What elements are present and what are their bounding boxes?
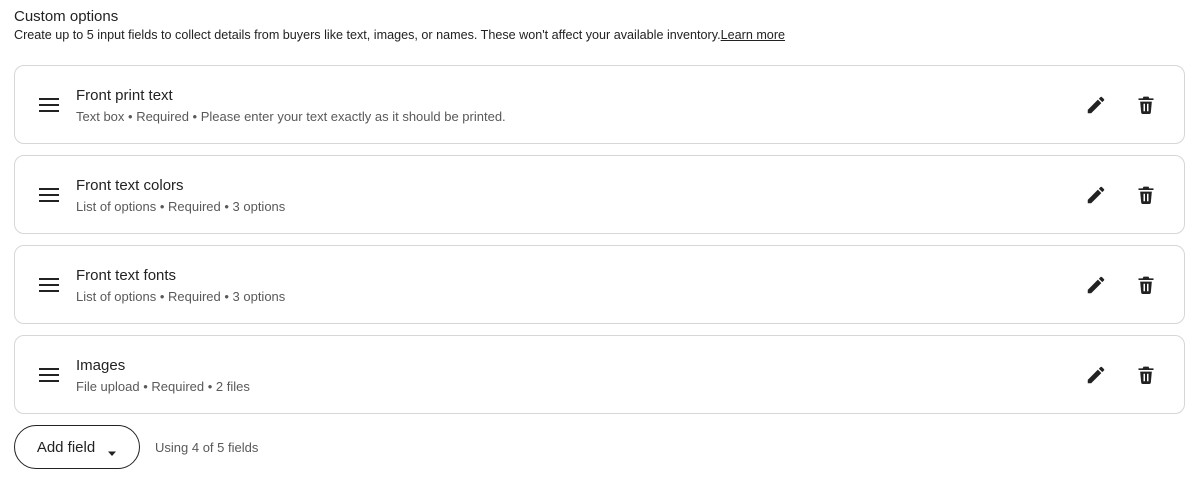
field-card: Images File upload • Required • 2 files [14,335,1185,414]
trash-icon [1138,96,1154,115]
field-name: Front text colors [76,177,184,194]
drag-handle-icon[interactable] [39,187,59,203]
trash-icon [1138,276,1154,295]
delete-field-button[interactable] [1134,273,1158,297]
section-description-text: Create up to 5 input fields to collect d… [14,28,721,42]
pencil-icon [1087,276,1105,294]
drag-handle-icon[interactable] [39,277,59,293]
delete-field-button[interactable] [1134,363,1158,387]
field-usage-count: Using 4 of 5 fields [155,439,259,455]
delete-field-button[interactable] [1134,183,1158,207]
field-meta: List of options • Required • 3 options [76,199,286,214]
field-name: Front text fonts [76,267,177,284]
pencil-icon [1087,96,1105,114]
edit-field-button[interactable] [1084,183,1108,207]
field-card: Front print text Text box • Required • P… [14,65,1185,144]
add-field-button[interactable]: Add field [14,425,140,469]
section-title: Custom options [14,8,119,25]
field-card: Front text colors List of options • Requ… [14,155,1185,234]
edit-field-button[interactable] [1084,273,1108,297]
field-meta: File upload • Required • 2 files [76,379,250,394]
learn-more-link[interactable]: Learn more [721,28,785,42]
field-footer: Add field Using 4 of 5 fields [14,425,258,469]
pencil-icon [1087,186,1105,204]
field-meta: List of options • Required • 3 options [76,289,286,304]
field-card: Front text fonts List of options • Requi… [14,245,1185,324]
delete-field-button[interactable] [1134,93,1158,117]
trash-icon [1138,186,1154,205]
caret-down-icon [107,444,117,456]
drag-handle-icon[interactable] [39,97,59,113]
edit-field-button[interactable] [1084,363,1108,387]
field-list: Front print text Text box • Required • P… [14,65,1185,425]
field-meta: Text box • Required • Please enter your … [76,109,506,124]
edit-field-button[interactable] [1084,93,1108,117]
pencil-icon [1087,366,1105,384]
field-name: Images [76,357,126,374]
add-field-label: Add field [36,438,96,456]
trash-icon [1138,366,1154,385]
drag-handle-icon[interactable] [39,367,59,383]
section-description: Create up to 5 input fields to collect d… [14,27,785,43]
field-name: Front print text [76,87,173,104]
custom-options-panel: Custom options Create up to 5 input fiel… [0,0,1200,482]
